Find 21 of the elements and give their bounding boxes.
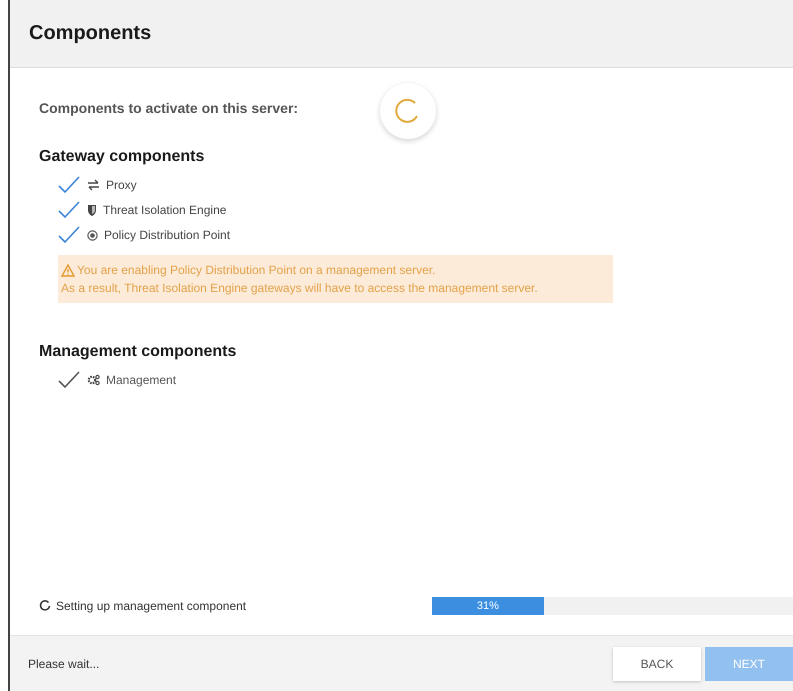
warning-icon — [61, 264, 75, 276]
component-label: Proxy — [106, 178, 137, 192]
status-text: Setting up management component — [56, 599, 246, 613]
arrows-icon — [87, 179, 100, 191]
progress-reading: 31% — [476, 600, 499, 612]
intro-text: Components to activate on this server: — [39, 100, 300, 116]
footer-message: Please wait... — [28, 656, 100, 670]
section-heading: Management components — [39, 343, 238, 362]
component-label: Policy Distribution Point — [104, 228, 230, 242]
component-label: Management — [106, 373, 176, 387]
warning-text: You are enabling Policy Distribution Point on a management server. — [77, 263, 436, 277]
target-icon — [87, 230, 98, 240]
gears-icon — [87, 374, 100, 386]
section-heading: Gateway components — [39, 148, 206, 167]
warning-text: As a result, Threat Isolation Engine gateways will have to access the management server. — [61, 281, 538, 295]
dialog-title: Components — [29, 22, 152, 45]
loading-icon — [39, 600, 51, 612]
loading-spinner — [380, 83, 436, 139]
shield-icon — [87, 204, 97, 216]
component-label: Threat Isolation Engine — [103, 203, 226, 217]
back-button[interactable]: BACK — [613, 646, 701, 680]
